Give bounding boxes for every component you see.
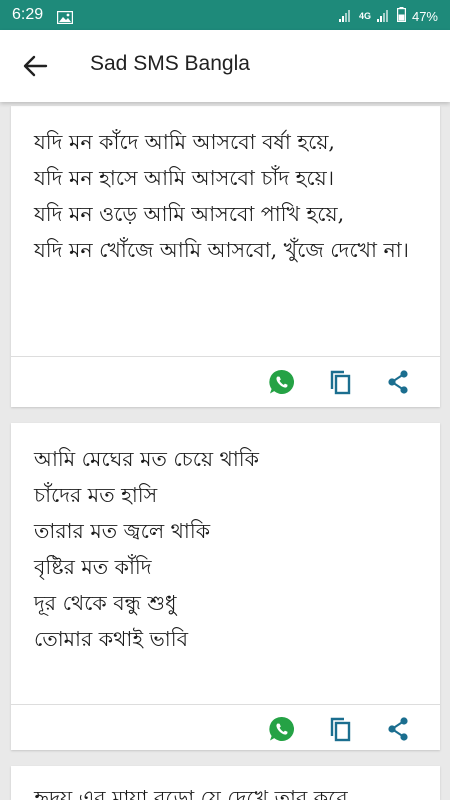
4g-signal-icon [376,7,391,26]
status-time: 6:29 [12,6,44,23]
sms-card: হৃদয় এর মায়া বড়ো যে দেখে তার করে [11,766,440,800]
sms-card: যদি মন কাঁদে আমি আসবো বর্ষা হয়ে, যদি মন… [11,106,440,407]
whatsapp-share-button[interactable] [268,715,296,743]
arrow-back-icon [23,55,48,77]
sms-card: আমি মেঘের মত চেয়ে থাকি চাঁদের মত হাসি ত… [11,423,440,750]
status-indicators: 4G 47% [338,7,438,26]
page-title: Sad SMS Bangla [90,52,250,75]
sms-text: আমি মেঘের মত চেয়ে থাকি চাঁদের মত হাসি ত… [34,447,259,651]
network-type: 4G [358,11,371,21]
card-actions [268,368,412,396]
whatsapp-icon [269,716,295,741]
battery-percent: 47% [411,9,438,24]
share-icon [388,717,408,741]
card-actions [268,715,412,743]
copy-button[interactable] [326,368,354,396]
sms-text: যদি মন কাঁদে আমি আসবো বর্ষা হয়ে, যদি মন… [34,130,409,262]
card-divider [11,356,440,357]
app-bar: Sad SMS Bangla [0,30,450,102]
sms-text: হৃদয় এর মায়া বড়ো যে দেখে তার করে [34,786,348,800]
whatsapp-icon [269,369,295,394]
share-icon [388,370,408,394]
gallery-icon [56,9,74,28]
copy-icon [330,370,351,395]
share-button[interactable] [384,715,412,743]
whatsapp-share-button[interactable] [268,368,296,396]
copy-icon [330,717,351,742]
battery-icon [396,7,406,26]
copy-button[interactable] [326,715,354,743]
card-divider [11,704,440,705]
share-button[interactable] [384,368,412,396]
back-button[interactable] [22,54,48,78]
signal-icon [338,7,353,26]
status-bar: 6:29 4G 47% [0,0,450,30]
